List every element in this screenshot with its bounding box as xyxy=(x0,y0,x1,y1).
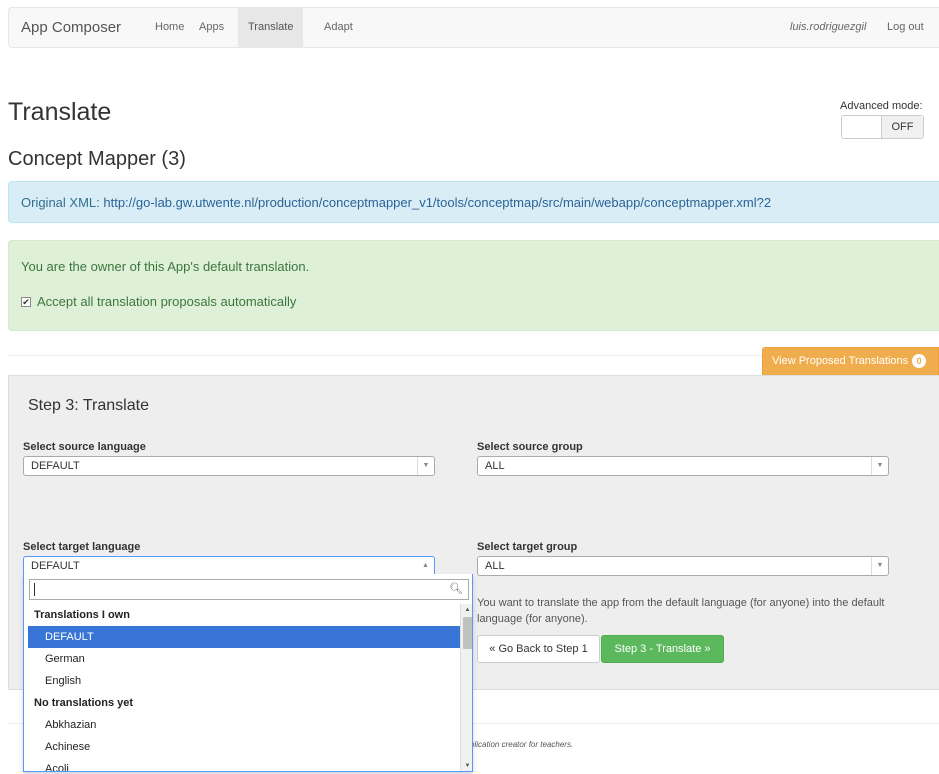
target-group-value: ALL xyxy=(485,560,505,572)
target-language-value: DEFAULT xyxy=(31,560,80,572)
scroll-up-icon[interactable]: ▲ xyxy=(461,604,472,616)
source-language-select[interactable]: DEFAULT ▼ xyxy=(23,456,435,476)
text-cursor xyxy=(34,583,35,596)
target-language-dropdown: 🔍︎ Translations I own DEFAULT German Eng… xyxy=(23,574,473,772)
group-translations-i-own: Translations I own xyxy=(34,609,130,621)
option-achinese[interactable]: Achinese xyxy=(28,736,460,758)
language-search-input[interactable]: 🔍︎ xyxy=(29,579,469,600)
target-language-label: Select target language xyxy=(23,541,141,553)
step3-translate-button[interactable]: Step 3 - Translate » xyxy=(601,635,724,663)
option-default[interactable]: DEFAULT xyxy=(28,626,460,648)
source-language-label: Select source language xyxy=(23,441,146,453)
target-language-select[interactable]: DEFAULT ▲ xyxy=(23,556,435,576)
source-language-value: DEFAULT xyxy=(31,460,80,472)
option-acoli[interactable]: Acoli xyxy=(28,758,460,771)
scroll-thumb[interactable] xyxy=(463,617,472,649)
view-proposed-translations-button[interactable]: View Proposed Translations 0 xyxy=(762,347,939,376)
group-no-translations-yet: No translations yet xyxy=(34,697,134,709)
page-title: Translate xyxy=(8,98,112,126)
nav-apps[interactable]: Apps xyxy=(189,8,234,47)
translation-help-text: You want to translate the app from the d… xyxy=(477,597,885,625)
advanced-mode-label: Advanced mode: xyxy=(840,100,923,112)
nav-translate[interactable]: Translate xyxy=(238,8,304,47)
advanced-mode-toggle[interactable]: OFF xyxy=(841,115,924,139)
accept-proposals-label: Accept all translation proposals automat… xyxy=(37,294,297,309)
option-english[interactable]: English xyxy=(28,670,460,692)
footer-text: plication creator for teachers. xyxy=(470,740,574,749)
original-xml-label: Original XML: xyxy=(21,195,104,210)
top-navbar: App Composer Home Apps Translate Adapt l… xyxy=(8,7,939,48)
target-group-select[interactable]: ALL ▼ xyxy=(477,556,889,576)
ownership-alert: You are the owner of this App's default … xyxy=(8,240,939,331)
original-xml-link[interactable]: http://go-lab.gw.utwente.nl/production/c… xyxy=(103,195,771,210)
back-to-step1-button[interactable]: « Go Back to Step 1 xyxy=(477,635,600,663)
nav-logout[interactable]: Log out xyxy=(877,8,934,47)
chevron-down-icon: ▼ xyxy=(417,457,434,475)
proposed-count-badge: 0 xyxy=(912,354,927,368)
accept-proposals-checkbox[interactable]: ✔ xyxy=(21,296,31,307)
chevron-up-icon: ▲ xyxy=(422,562,429,569)
advanced-mode-state: OFF xyxy=(881,116,923,138)
chevron-down-icon: ▼ xyxy=(871,457,888,475)
search-icon: 🔍︎ xyxy=(449,583,463,595)
nav-adapt[interactable]: Adapt xyxy=(314,8,363,47)
accept-proposals-row[interactable]: ✔ Accept all translation proposals automa… xyxy=(21,294,296,309)
option-abkhazian[interactable]: Abkhazian xyxy=(28,714,460,736)
option-german[interactable]: German xyxy=(28,648,460,670)
dropdown-scrollbar[interactable]: ▲ ▼ xyxy=(460,604,472,771)
brand-link[interactable]: App Composer xyxy=(21,19,121,36)
view-proposed-label: View Proposed Translations xyxy=(772,355,909,367)
original-xml-text: Original XML: http://go-lab.gw.utwente.n… xyxy=(21,195,771,210)
nav-home[interactable]: Home xyxy=(145,8,194,47)
app-subtitle: Concept Mapper (3) xyxy=(8,148,186,170)
language-options-list: Translations I own DEFAULT German Englis… xyxy=(28,604,460,771)
source-group-select[interactable]: ALL ▼ xyxy=(477,456,889,476)
source-group-label: Select source group xyxy=(477,441,583,453)
original-xml-alert: Original XML: http://go-lab.gw.utwente.n… xyxy=(8,181,939,223)
chevron-down-icon: ▼ xyxy=(871,557,888,575)
ownership-message: You are the owner of this App's default … xyxy=(21,259,310,274)
nav-user[interactable]: luis.rodriguezgil xyxy=(780,8,876,47)
step-title: Step 3: Translate xyxy=(28,397,149,414)
source-group-value: ALL xyxy=(485,460,505,472)
target-group-label: Select target group xyxy=(477,541,578,553)
scroll-down-icon[interactable]: ▼ xyxy=(461,760,472,771)
